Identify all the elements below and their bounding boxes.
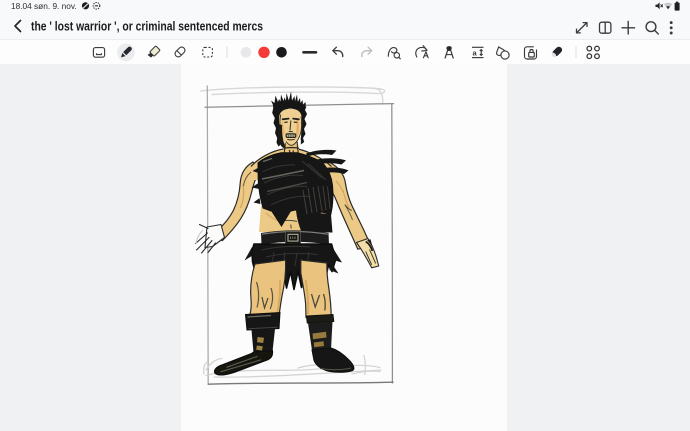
svg-text:the ' lost warrior ', or crimi: the ' lost warrior ', or criminal senten… [31, 20, 263, 34]
svg-text:søn. 9. nov.: søn. 9. nov. [34, 1, 77, 11]
svg-text:18.04: 18.04 [11, 1, 32, 11]
